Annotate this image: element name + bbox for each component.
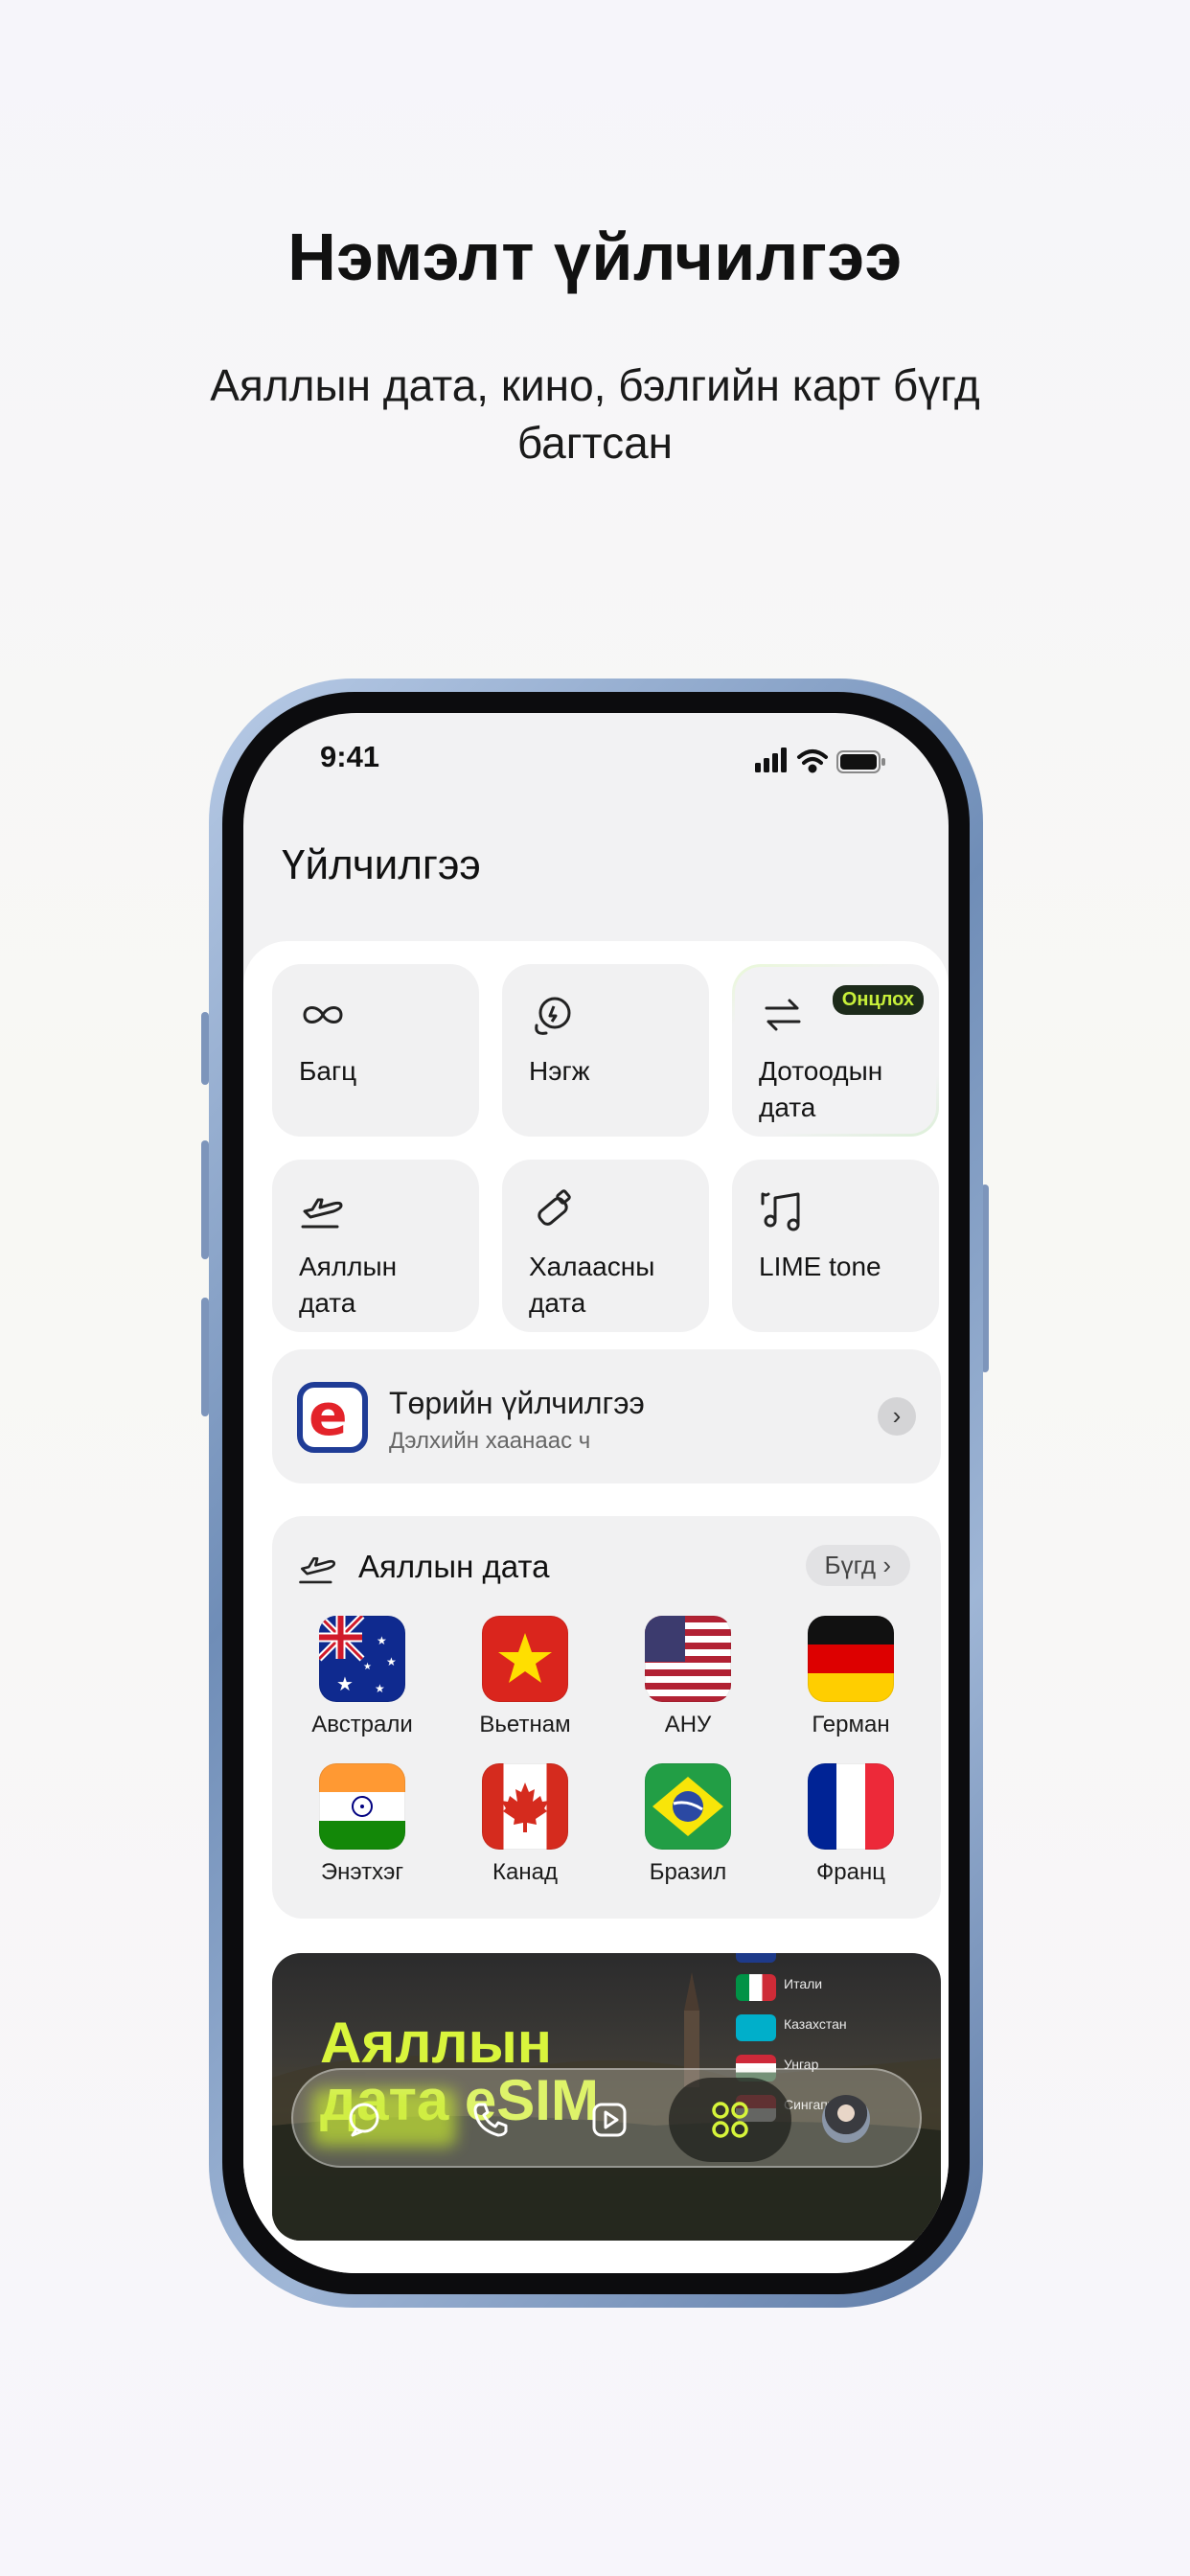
chat-icon[interactable] bbox=[337, 2091, 395, 2149]
e-mongolia-logo: e bbox=[297, 1382, 368, 1453]
battery-icon bbox=[836, 750, 885, 773]
india-flag bbox=[319, 1763, 405, 1850]
featured-badge: Онцлох bbox=[832, 985, 924, 1015]
svg-text:★: ★ bbox=[375, 1682, 385, 1695]
promo-country-italy: Итали bbox=[736, 1966, 927, 2007]
play-icon[interactable] bbox=[581, 2091, 638, 2149]
see-all-label: Бүгд bbox=[824, 1551, 877, 1579]
signal-icon bbox=[755, 748, 787, 772]
phone-screen: 9:41 Үйлчилгээ Багц Нэгж Дотоодын дата О… bbox=[243, 713, 949, 2273]
tile-package[interactable]: Багц bbox=[272, 964, 479, 1137]
phone-icon[interactable] bbox=[462, 2091, 519, 2149]
country-name: Франц bbox=[816, 1859, 885, 1885]
country-name: Энэтхэг bbox=[320, 1859, 404, 1885]
tile-label: Аяллын дата bbox=[299, 1252, 398, 1318]
country-name: Вьетнам bbox=[479, 1712, 571, 1737]
wifi-icon bbox=[797, 749, 828, 773]
airplane-icon bbox=[301, 1198, 343, 1229]
tile-lime-tone[interactable]: LIME tone bbox=[732, 1160, 939, 1332]
tile-unit[interactable]: Нэгж bbox=[502, 964, 709, 1137]
tile-label: Дотоодын дата bbox=[759, 1056, 883, 1122]
country-india[interactable]: Энэтхэг bbox=[290, 1763, 434, 1886]
usb-stick-icon bbox=[538, 1189, 571, 1226]
chevron-right-icon[interactable]: › bbox=[878, 1397, 916, 1436]
tile-travel-data[interactable]: Аяллын дата bbox=[272, 1160, 479, 1332]
hero-subtitle: Аяллын дата, кино, бэлгийн карт бүгд баг… bbox=[210, 360, 980, 468]
status-bar: 9:41 bbox=[243, 713, 949, 809]
country-vietnam[interactable]: Вьетнам bbox=[453, 1616, 597, 1738]
tile-domestic-data[interactable]: Дотоодын дата Онцлох bbox=[732, 964, 939, 1137]
svg-text:★: ★ bbox=[377, 1634, 387, 1647]
country-canada[interactable]: Канад bbox=[453, 1763, 597, 1886]
hero-title: Нэмэлт үйлчилгээ bbox=[287, 219, 903, 294]
travel-data-header: Аяллын дата Бүгд › bbox=[297, 1543, 910, 1591]
country-name: Герман bbox=[812, 1712, 890, 1737]
country-name: Бразил bbox=[649, 1859, 727, 1885]
tile-label: LIME tone bbox=[759, 1252, 881, 1281]
usa-flag bbox=[645, 1616, 731, 1702]
travel-data-card: Аяллын дата Бүгд › ★ ★ ★ ★ ★ Австрали Вь… bbox=[272, 1516, 941, 1919]
status-time: 9:41 bbox=[320, 740, 380, 773]
see-all-button[interactable]: Бүгд › bbox=[805, 1545, 910, 1586]
canada-flag bbox=[482, 1763, 568, 1850]
country-name: Канад bbox=[492, 1859, 558, 1885]
travel-data-title: Аяллын дата bbox=[358, 1549, 550, 1584]
kazakhstan-flag bbox=[736, 2014, 776, 2041]
status-icons bbox=[755, 748, 885, 773]
tile-label: Багц bbox=[299, 1056, 357, 1086]
country-australia[interactable]: ★ ★ ★ ★ ★ Австрали bbox=[290, 1616, 434, 1738]
country-brazil[interactable]: Бразил bbox=[616, 1763, 760, 1886]
phone-volume-up-button bbox=[201, 1140, 209, 1259]
unit-coin-icon bbox=[535, 997, 571, 1035]
phone-volume-down-button bbox=[201, 1298, 209, 1416]
tab-services[interactable] bbox=[669, 2078, 791, 2162]
svg-text:★: ★ bbox=[336, 1672, 354, 1695]
transfer-arrows-icon bbox=[765, 999, 801, 1031]
italy-flag bbox=[736, 1974, 776, 2001]
country-france[interactable]: Франц bbox=[779, 1763, 923, 1886]
vietnam-flag bbox=[482, 1616, 568, 1702]
airplane-icon bbox=[299, 1557, 336, 1584]
avatar[interactable] bbox=[822, 2095, 870, 2143]
australia-flag: ★ ★ ★ ★ ★ bbox=[319, 1616, 405, 1702]
tile-label: Нэгж bbox=[529, 1056, 590, 1086]
infinity-icon bbox=[303, 1006, 343, 1024]
music-notes-icon bbox=[761, 1192, 800, 1231]
tile-label: Халаасны дата bbox=[529, 1252, 655, 1318]
phone-action-button bbox=[201, 1012, 209, 1085]
germany-flag bbox=[808, 1616, 894, 1702]
promo-country-kazakhstan: Казахстан bbox=[736, 2007, 927, 2047]
country-name: АНУ bbox=[664, 1712, 712, 1737]
phone-frame: 9:41 Үйлчилгээ Багц Нэгж Дотоодын дата О… bbox=[209, 678, 983, 2308]
services-grid-icon bbox=[712, 2102, 748, 2138]
country-name: Австрали bbox=[311, 1712, 413, 1737]
svg-text:★: ★ bbox=[363, 1662, 372, 1672]
bottom-tab-bar bbox=[291, 2068, 922, 2168]
brazil-flag bbox=[645, 1763, 731, 1850]
gov-service-title: Төрийн үйлчилгээ bbox=[389, 1386, 645, 1420]
france-flag bbox=[808, 1763, 894, 1850]
country-germany[interactable]: Герман bbox=[779, 1616, 923, 1738]
svg-text:★: ★ bbox=[386, 1655, 397, 1668]
gov-service-subtitle: Дэлхийн хаанаас ч bbox=[389, 1428, 591, 1454]
country-usa[interactable]: АНУ bbox=[616, 1616, 760, 1738]
tile-pocket-data[interactable]: Халаасны дата bbox=[502, 1160, 709, 1332]
screen-title: Үйлчилгээ bbox=[282, 841, 481, 888]
services-sheet: Багц Нэгж Дотоодын дата Онцлох Аяллын да… bbox=[243, 941, 949, 2273]
gov-service-card[interactable]: e Төрийн үйлчилгээ Дэлхийн хаанаас ч › bbox=[272, 1349, 941, 1484]
